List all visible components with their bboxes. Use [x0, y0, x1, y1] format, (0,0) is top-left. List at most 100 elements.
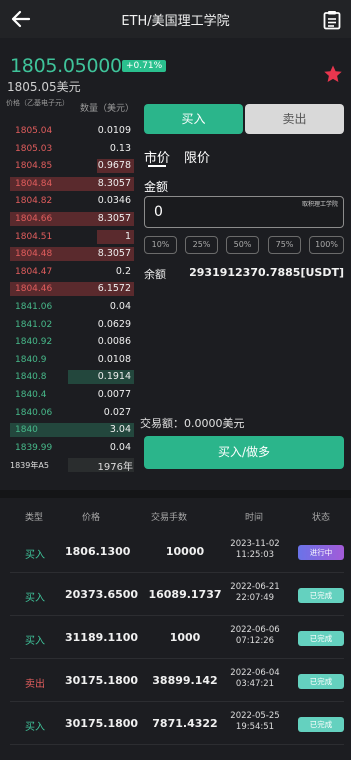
history-clock: 11:25:03 [235, 550, 275, 560]
history-row[interactable]: 买入 1806.1300 10000 2023-11-02 11:25:03 进行中 [10, 531, 344, 573]
history-date: 2022-06-06 [230, 625, 280, 635]
ask-row[interactable]: 1805.04 0.0109 [10, 123, 134, 139]
history-clock: 07:12:26 [235, 636, 275, 646]
history-amount: 10000 [165, 545, 205, 558]
status-badge: 已完成 [298, 674, 344, 689]
buy-tab[interactable]: 买入 [144, 104, 243, 134]
history-price: 20373.6500 [65, 588, 139, 601]
ask-row[interactable]: 1804.82 0.0346 [10, 193, 134, 209]
ask-row[interactable]: 1804.48 8.3057 [10, 246, 134, 262]
tab-limit[interactable]: 限价 [184, 147, 210, 166]
bid-row[interactable]: 1840.4 0.0077 [10, 387, 134, 403]
bid-price: 1839.99 [15, 442, 53, 453]
ask-row[interactable]: 1804.84 8.3057 [10, 176, 134, 192]
history-time: 2023-11-02 11:25:03 [220, 539, 290, 561]
ask-quantity: 8.3057 [97, 213, 131, 224]
history-amount: 16089.1737 [148, 588, 222, 601]
bid-row[interactable]: 1840.8 0.1914 [10, 369, 134, 385]
history-price: 31189.1100 [65, 631, 139, 644]
history-type: 买入 [25, 550, 45, 561]
bid-quantity: 0.0086 [97, 336, 131, 348]
trade-amount: 交易额：0.0000美元 [140, 417, 245, 430]
amount-value: 0 [154, 204, 163, 220]
history-clock: 19:54:51 [235, 722, 275, 732]
bid-row[interactable]: 1841.06 0.04 [10, 299, 134, 315]
bid-quantity: 0.1914 [97, 371, 131, 383]
bid-quantity: 0.0108 [97, 353, 131, 365]
price-column-header: 价格（乙基电子元） [6, 99, 69, 107]
order-list-icon[interactable] [323, 10, 341, 30]
bid-price: 1840 [15, 425, 38, 436]
history-price: 30175.1800 [65, 717, 139, 730]
ask-price: 1804.85 [15, 161, 53, 172]
ask-quantity: 0.2 [115, 265, 131, 277]
qty-column-header: 数量（美元） [79, 104, 134, 114]
ask-quantity: 0.0109 [97, 125, 131, 136]
ask-price: 1804.51 [15, 231, 53, 242]
ask-quantity: 1 [124, 230, 131, 242]
amount-input[interactable]: 0 取积理工学院 [144, 196, 344, 228]
bid-row[interactable]: 1840.9 0.0108 [10, 352, 134, 368]
ask-row[interactable]: 1804.51 1 [10, 229, 134, 245]
bid-row[interactable]: 1839.99 0.04 [10, 440, 134, 456]
ask-price: 1804.66 [15, 214, 53, 224]
ask-quantity: 6.1572 [97, 283, 131, 295]
history-row[interactable]: 买入 30175.1800 7871.4322 2022-05-25 19:54:51 已… [10, 703, 344, 745]
history-type: 买入 [25, 722, 45, 733]
ask-quantity: 0.0346 [97, 195, 131, 207]
active-tab-indicator [148, 165, 166, 167]
bid-quantity: 0.04 [109, 301, 131, 312]
orderbook-header: 价格（乙基电子元） 数量（美元） [6, 99, 134, 119]
favorite-star-icon[interactable] [323, 64, 343, 84]
bid-row[interactable]: 1840.92 0.0086 [10, 334, 134, 350]
status-badge: 已完成 [298, 717, 344, 732]
app-header: ETH/美国理工学院 [0, 0, 351, 38]
history-header-type: 类型 [25, 513, 44, 523]
ask-row[interactable]: 1805.03 0.13 [10, 141, 134, 157]
history-time: 2022-06-06 07:12:26 [220, 625, 290, 647]
bid-quantity: 0.0629 [97, 318, 131, 330]
history-amount: 1000 [169, 631, 201, 644]
tab-market[interactable]: 市价 [144, 147, 170, 166]
percent-10-button[interactable]: 10% [144, 236, 177, 254]
bid-row[interactable]: 1840 3.04 [10, 422, 134, 438]
percent-50-button[interactable]: 50% [226, 236, 259, 254]
submit-buy-button[interactable]: 买入/做多 [144, 436, 344, 469]
history-type: 买入 [25, 593, 45, 604]
bid-price: 1840.06 [15, 407, 53, 418]
orderbook-footer-left: 1839年A5 [10, 461, 49, 470]
ask-price: 1804.48 [15, 249, 53, 260]
history-header-status: 状态 [312, 513, 331, 523]
ask-price: 1805.03 [15, 143, 53, 154]
change-badge: +0.71% [122, 60, 167, 72]
ask-row[interactable]: 1804.85 0.9678 [10, 158, 134, 174]
history-date: 2022-06-04 [230, 668, 280, 678]
percent-100-button[interactable]: 100% [309, 236, 344, 254]
history-date: 2022-06-21 [230, 582, 280, 592]
ask-price: 1804.84 [15, 178, 53, 189]
ask-row[interactable]: 1804.46 6.1572 [10, 281, 134, 297]
ask-row[interactable]: 1804.66 8.3057 [10, 211, 134, 227]
history-type: 买入 [25, 636, 45, 647]
history-time: 2022-05-25 19:54:51 [220, 711, 290, 733]
history-row[interactable]: 卖出 30175.1800 38899.142 2022-06-04 03:47:21 已… [10, 660, 344, 702]
history-type: 卖出 [25, 679, 45, 690]
bid-row[interactable]: 1840.06 0.027 [10, 405, 134, 421]
history-time: 2022-06-21 22:07:49 [220, 582, 290, 604]
history-clock: 03:47:21 [235, 679, 275, 689]
ask-price: 1804.82 [15, 196, 53, 207]
sell-tab[interactable]: 卖出 [245, 104, 344, 134]
status-badge: 已完成 [298, 588, 344, 603]
history-row[interactable]: 买入 31189.1100 1000 2022-06-06 07:12:26 已完成 [10, 617, 344, 659]
ask-row[interactable]: 1804.47 0.2 [10, 264, 134, 280]
history-amount: 38899.142 [152, 674, 218, 687]
bid-price: 1841.06 [15, 302, 53, 312]
status-badge: 已完成 [298, 631, 344, 646]
percent-25-button[interactable]: 25% [185, 236, 218, 254]
bid-row[interactable]: 1841.02 0.0629 [10, 317, 134, 333]
bid-price: 1840.92 [15, 337, 53, 348]
history-amount: 7871.4322 [152, 717, 218, 730]
history-row[interactable]: 买入 20373.6500 16089.1737 2022-06-21 22:07:49… [10, 574, 344, 616]
ask-quantity: 8.3057 [97, 248, 131, 260]
percent-75-button[interactable]: 75% [268, 236, 301, 254]
